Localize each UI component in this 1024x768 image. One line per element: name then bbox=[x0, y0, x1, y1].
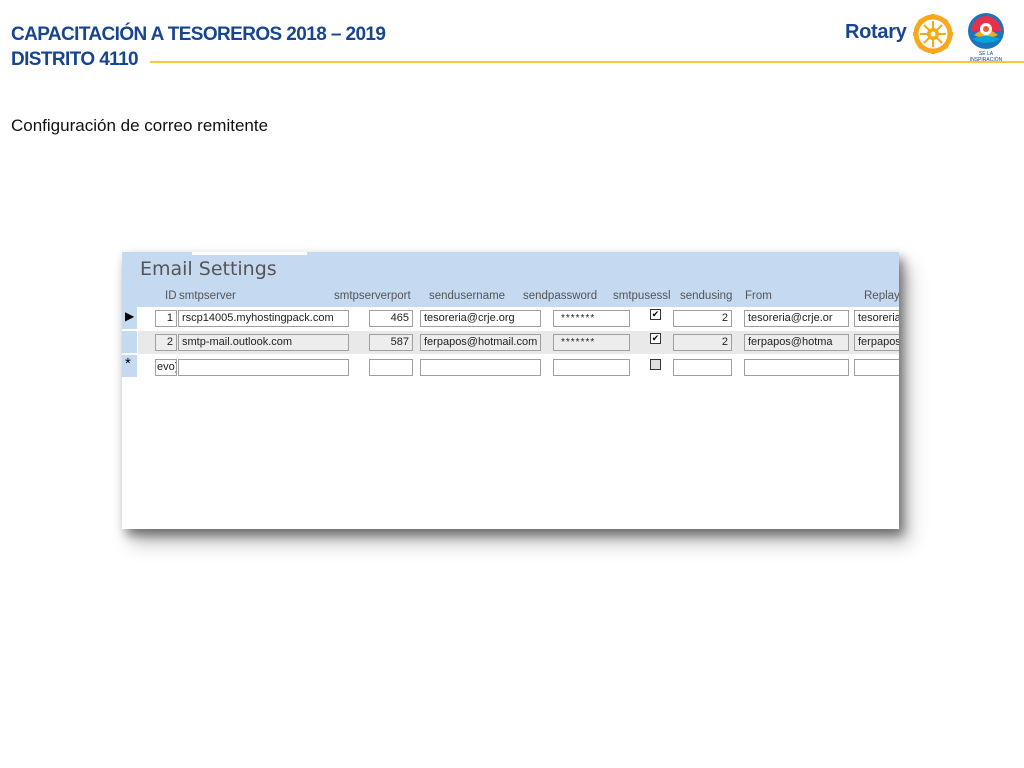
smtpserverport-field[interactable]: 587 bbox=[369, 334, 413, 351]
sendusing-field[interactable]: 2 bbox=[673, 334, 732, 351]
smtpusessl-checkbox[interactable]: ✔ bbox=[650, 333, 661, 344]
id-field[interactable]: 2 bbox=[155, 334, 177, 351]
replay-field[interactable]: ferpapos bbox=[854, 334, 899, 351]
column-header-smtpusessl: smtpusessl bbox=[613, 290, 671, 302]
email-settings-form: Email Settings ID smtpserver smtpserverp… bbox=[122, 252, 899, 529]
sendusing-field[interactable]: 2 bbox=[673, 310, 732, 327]
id-field[interactable]: evo) bbox=[155, 359, 177, 376]
sendpassword-field[interactable]: ******* bbox=[553, 310, 630, 327]
form-title: Email Settings bbox=[140, 258, 277, 280]
smtpserverport-field[interactable]: 465 bbox=[369, 310, 413, 327]
id-field[interactable]: 1 bbox=[155, 310, 177, 327]
from-field[interactable]: ferpapos@hotma bbox=[744, 334, 849, 351]
form-tab bbox=[192, 252, 307, 255]
gold-divider bbox=[150, 61, 1024, 63]
record-selector[interactable]: ▶ bbox=[122, 307, 137, 330]
sendusing-field[interactable] bbox=[673, 359, 732, 376]
sendpassword-field[interactable]: ******* bbox=[553, 334, 630, 351]
from-field[interactable]: tesoreria@crje.or bbox=[744, 310, 849, 327]
rotary-wordmark: Rotary bbox=[845, 21, 907, 43]
column-header-sendusername: sendusername bbox=[429, 290, 506, 302]
smtpusessl-checkbox[interactable] bbox=[650, 359, 661, 370]
theme-logo-icon: SÉ LA INSPIRACIÓN bbox=[966, 11, 1006, 63]
new-record-icon: * bbox=[125, 355, 131, 372]
section-subtitle: Configuración de correo remitente bbox=[11, 116, 269, 135]
smtpserver-field[interactable]: smtp-mail.outlook.com bbox=[178, 334, 349, 351]
record-selector[interactable] bbox=[122, 331, 137, 354]
column-header-smtpserverport: smtpserverport bbox=[334, 290, 411, 302]
column-header-id: ID bbox=[165, 290, 177, 302]
record-selector[interactable]: * bbox=[122, 355, 137, 378]
replay-field[interactable]: tesoreria bbox=[854, 310, 899, 327]
smtpusessl-checkbox[interactable]: ✔ bbox=[650, 309, 661, 320]
smtpserverport-field[interactable] bbox=[369, 359, 413, 376]
theme-tagline: SÉ LA INSPIRACIÓN bbox=[969, 51, 1003, 63]
sendusername-field[interactable]: ferpapos@hotmail.com bbox=[420, 334, 541, 351]
from-field[interactable] bbox=[744, 359, 849, 376]
district-label: DISTRITO 4110 bbox=[11, 49, 139, 70]
sendpassword-field[interactable] bbox=[553, 359, 630, 376]
column-header-replay: Replay bbox=[864, 290, 899, 302]
smtpserver-field[interactable] bbox=[178, 359, 349, 376]
page-title: CAPACITACIÓN A TESOREROS 2018 – 2019 bbox=[11, 24, 386, 45]
column-header-sendpassword: sendpassword bbox=[523, 290, 598, 302]
column-header-smtpserver: smtpserver bbox=[179, 290, 236, 302]
current-record-icon: ▶ bbox=[125, 309, 135, 323]
column-header-sendusing: sendusing bbox=[680, 290, 733, 302]
sendusername-field[interactable] bbox=[420, 359, 541, 376]
replay-field[interactable] bbox=[854, 359, 899, 376]
smtpserver-field[interactable]: rscp14005.myhostingpack.com bbox=[178, 310, 349, 327]
column-header-from: From bbox=[745, 290, 772, 302]
rotary-wheel-icon bbox=[913, 14, 953, 54]
sendusername-field[interactable]: tesoreria@crje.org bbox=[420, 310, 541, 327]
